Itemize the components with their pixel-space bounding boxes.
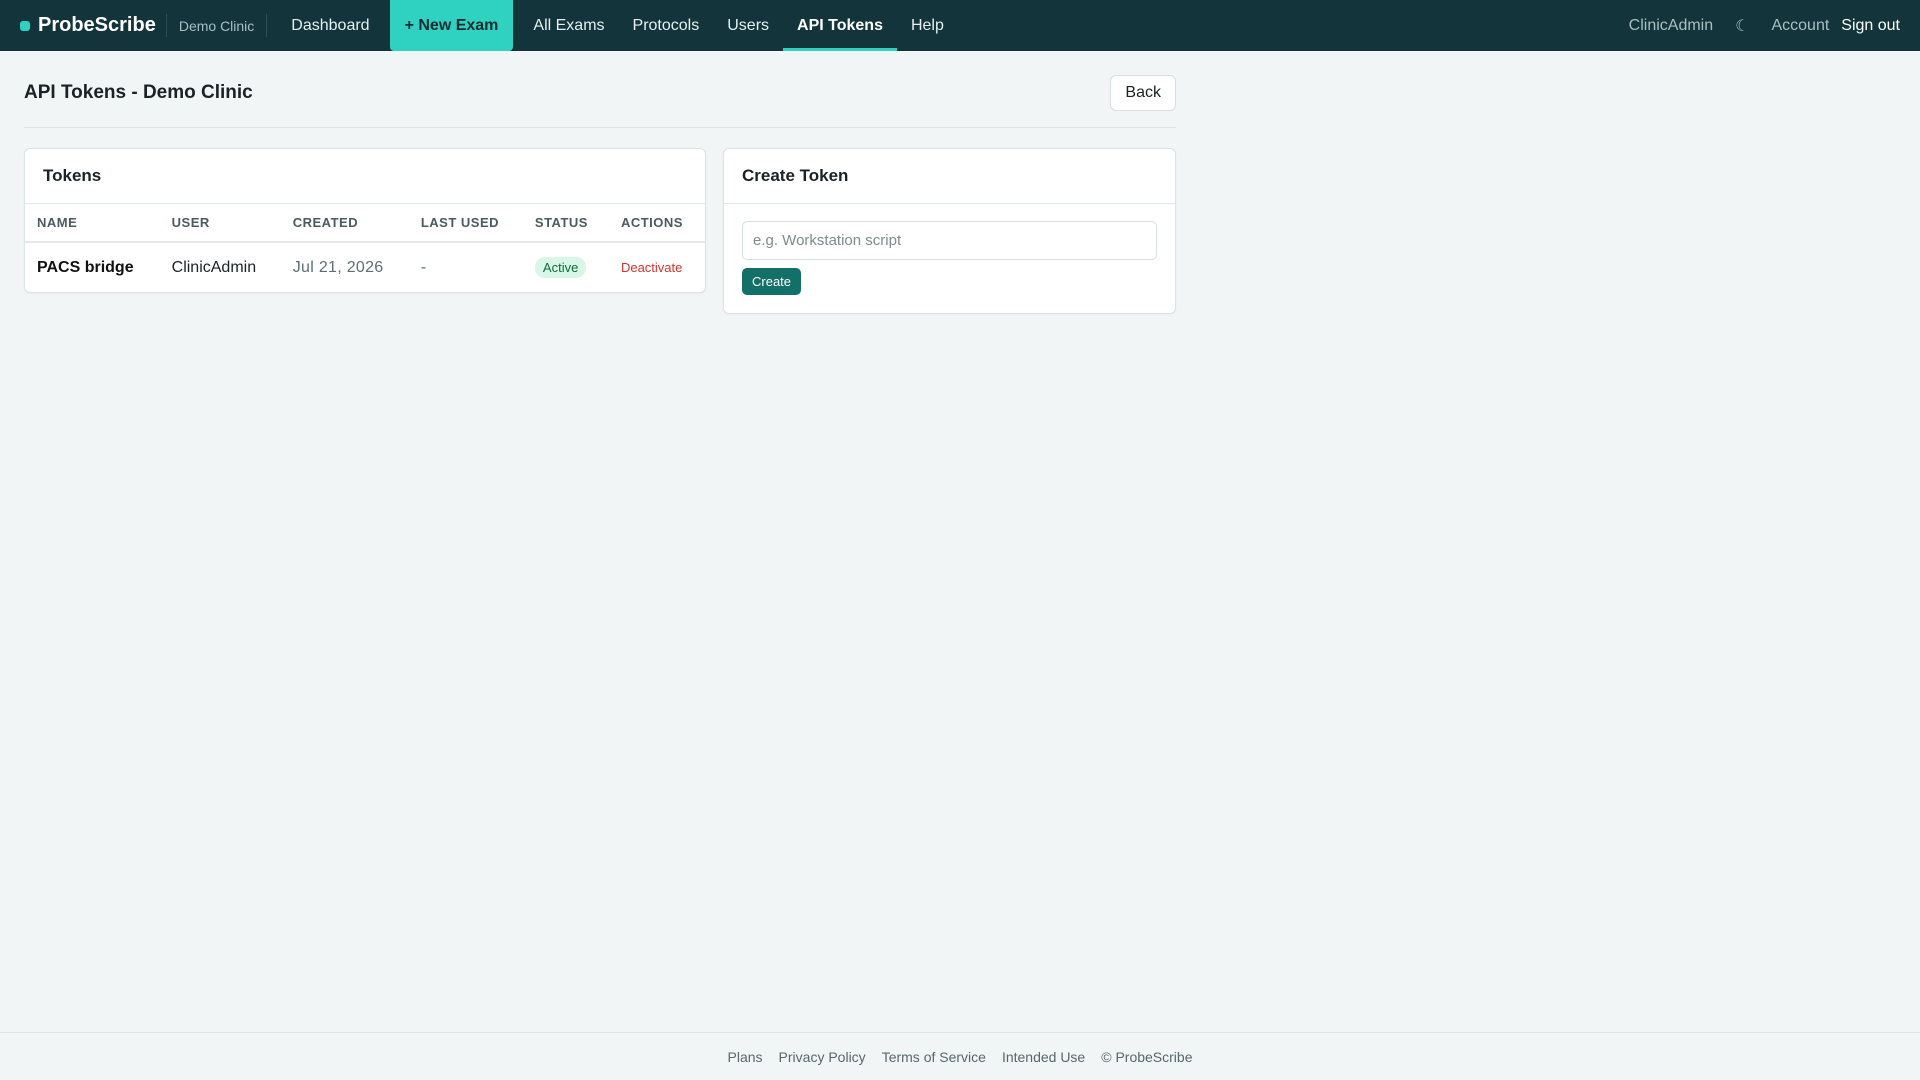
status-badge: Active	[534, 257, 587, 278]
sign-out-link[interactable]: Sign out	[1841, 17, 1900, 35]
brand-name: ProbeScribe	[38, 14, 156, 36]
nav-dashboard[interactable]: Dashboard	[277, 0, 383, 51]
brand-logo[interactable]: ProbeScribe	[20, 14, 167, 37]
nav-users[interactable]: Users	[713, 0, 783, 51]
footer-copyright: © ProbeScribe	[1101, 1048, 1193, 1065]
content-columns: Tokens NAME USER CREATED LAST USED STATU…	[24, 148, 1176, 314]
column-header-status: STATUS	[522, 204, 609, 243]
main-content: API Tokens - Demo Clinic Back Tokens NAM…	[0, 51, 1200, 338]
footer-link-privacy[interactable]: Privacy Policy	[779, 1049, 866, 1065]
moon-icon[interactable]: ☾	[1735, 16, 1749, 36]
token-status-cell: Active	[523, 242, 609, 292]
token-user: ClinicAdmin	[171, 258, 257, 276]
table-row: PACS bridge ClinicAdmin Jul 21, 2026 - A…	[25, 242, 705, 292]
column-header-last-used: LAST USED	[408, 204, 523, 243]
brand-mark-icon	[20, 20, 30, 31]
page-title: API Tokens - Demo Clinic	[24, 82, 253, 103]
column-header-user: USER	[159, 204, 281, 243]
tokens-card: Tokens NAME USER CREATED LAST USED STATU…	[24, 148, 706, 293]
nav-protocols[interactable]: Protocols	[619, 0, 714, 51]
token-created: Jul 21, 2026	[292, 258, 384, 276]
footer: Plans Privacy Policy Terms of Service In…	[0, 1032, 1920, 1080]
create-button[interactable]: Create	[742, 268, 802, 295]
column-header-name: NAME	[25, 204, 160, 243]
top-navbar: ProbeScribe Demo Clinic Dashboard + New …	[0, 0, 1920, 51]
create-token-card: Create Token Create	[723, 148, 1176, 314]
tokens-card-title: Tokens	[25, 149, 705, 204]
current-user: ClinicAdmin	[1628, 16, 1714, 34]
nav-api-tokens[interactable]: API Tokens	[783, 0, 897, 51]
column-header-created: CREATED	[280, 204, 409, 243]
account-link[interactable]: Account	[1771, 17, 1829, 35]
nav-new-exam-button[interactable]: + New Exam	[389, 0, 514, 51]
footer-link-intended-use[interactable]: Intended Use	[1002, 1049, 1085, 1065]
column-header-actions: ACTIONS	[608, 204, 705, 243]
page-header: API Tokens - Demo Clinic Back	[24, 75, 1176, 128]
clinic-name: Demo Clinic	[167, 14, 268, 37]
token-actions-cell: Deactivate	[609, 242, 705, 292]
footer-link-terms[interactable]: Terms of Service	[882, 1049, 986, 1065]
deactivate-button[interactable]: Deactivate	[621, 260, 682, 275]
nav-right: ClinicAdmin ☾ Account Sign out	[1629, 0, 1900, 51]
create-token-form: Create	[724, 204, 1175, 313]
tokens-table: NAME USER CREATED LAST USED STATUS ACTIO…	[25, 204, 705, 292]
create-token-title: Create Token	[724, 149, 1175, 204]
nav-help[interactable]: Help	[897, 0, 958, 51]
token-last-used: -	[420, 258, 427, 276]
back-button[interactable]: Back	[1110, 75, 1176, 111]
footer-link-plans[interactable]: Plans	[728, 1049, 763, 1065]
nav-all-exams[interactable]: All Exams	[519, 0, 618, 51]
token-name: PACS bridge	[37, 258, 134, 276]
token-name-input[interactable]	[742, 221, 1157, 260]
table-header-row: NAME USER CREATED LAST USED STATUS ACTIO…	[25, 204, 705, 243]
